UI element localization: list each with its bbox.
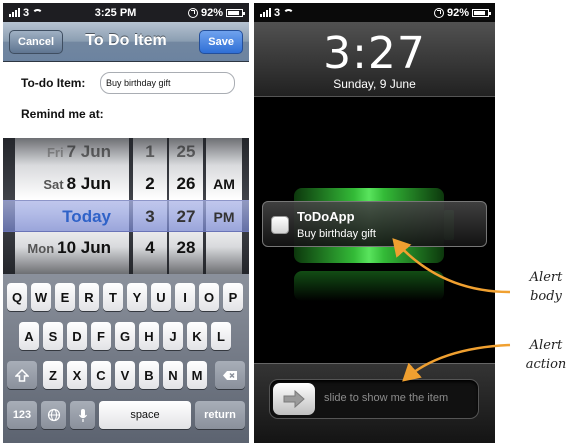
annotation-line: Alert (529, 270, 563, 285)
alert-body-arrow (392, 238, 511, 294)
annotation-arrows (392, 238, 511, 382)
alert-action-arrow (402, 343, 511, 382)
alert-action-annotation: Alert action (516, 336, 576, 374)
annotation-line: action (525, 357, 567, 372)
alert-body-annotation: Alert body (516, 268, 576, 306)
annotation-line: body (530, 289, 562, 304)
annotation-line: Alert (529, 338, 563, 353)
